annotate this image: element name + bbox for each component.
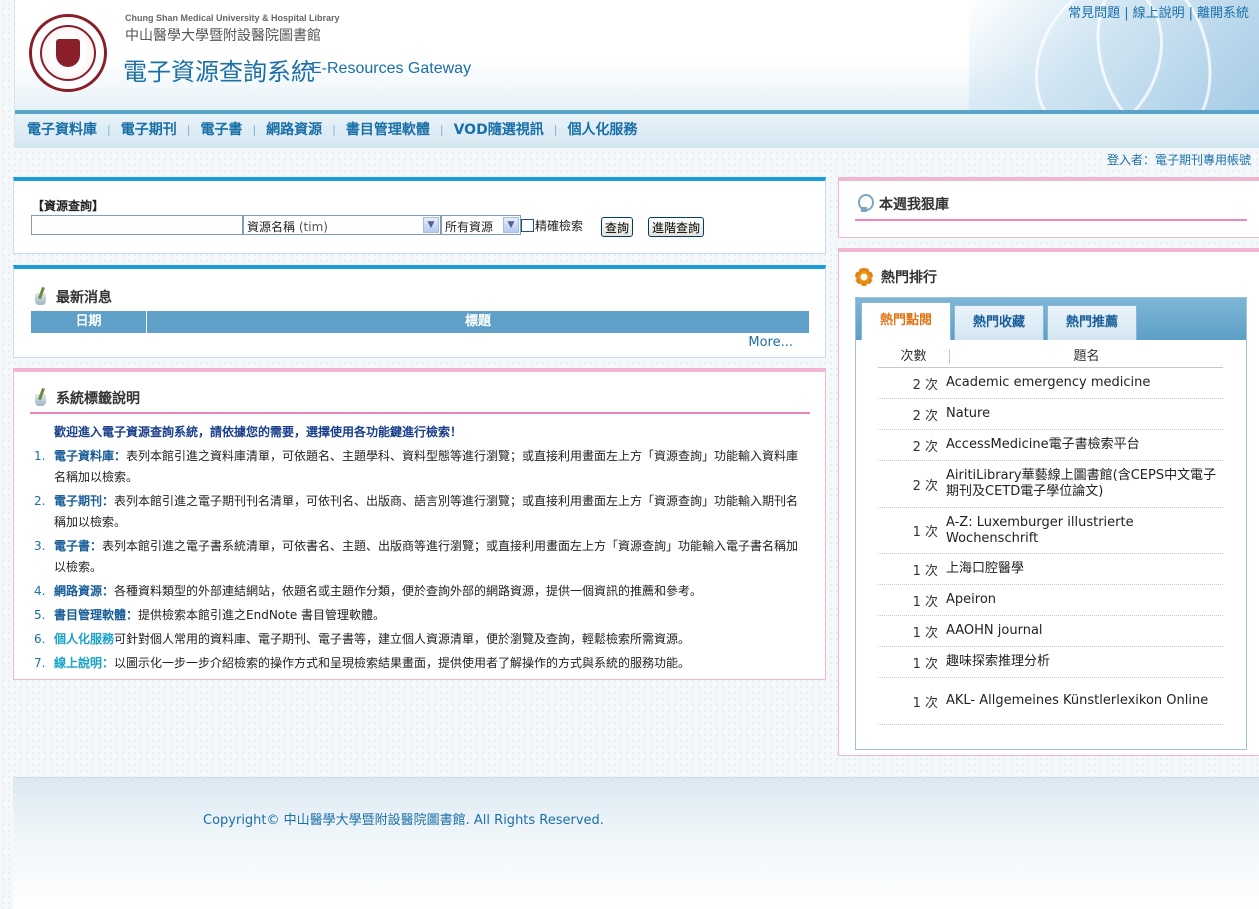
hot-tabs: 熱門點閱 熱門收藏 熱門推薦 (856, 298, 1246, 340)
search-field-hint: (tim) (298, 220, 328, 234)
table-row: 1 次上海口腔醫學 (878, 554, 1223, 585)
copyright-text: Copyright© 中山醫學大學暨附設醫院圖書館. All Rights Re… (203, 813, 604, 828)
list-item: 2. 電子期刊：表列本館引進之電子期刊刊名清單，可依刊名、出版商、語言別等進行瀏覽… (34, 494, 799, 529)
exact-search-option[interactable]: 精確檢索 (521, 217, 583, 234)
logo-shield-icon (56, 39, 80, 67)
sun-icon (855, 268, 873, 286)
university-logo[interactable] (29, 14, 107, 92)
library-name-zh: 中山醫學大學暨附設醫院圖書館 (125, 28, 321, 44)
hot-ranking-panel: 熱門排行 熱門點閱 熱門收藏 熱門推薦 次數 題名 2 次 Academic em… (838, 248, 1259, 756)
nav-bibliography-software[interactable]: 書目管理軟體 (346, 119, 440, 139)
search-field-value: 資源名稱 (247, 220, 296, 234)
nav-ebooks[interactable]: 電子書 (200, 119, 252, 139)
table-row: 2 次 Academic emergency medicine (878, 368, 1223, 399)
table-row: 1 次 A-Z: Luxemburger illustrierte Wochens… (878, 508, 1223, 554)
tab-most-viewed[interactable]: 熱門點閱 (861, 302, 951, 340)
header: Chung Shan Medical University & Hospital… (14, 0, 1259, 110)
list-item: 1. 電子資料庫：表列本館引進之資料庫清單，可依題名、主題學科、資料型態等進行瀏覽… (34, 449, 799, 484)
tab-most-recommended[interactable]: 熱門推薦 (1047, 305, 1137, 340)
table-row: 2 次 Nature (878, 399, 1223, 430)
news-title-text: 最新消息 (56, 290, 112, 306)
hot-col-name: 題名 (1073, 349, 1100, 364)
table-row: 2 次 AccessMedicine電子書檢索平台 (878, 430, 1223, 461)
nav-vod[interactable]: VOD隨選視訊 (454, 119, 554, 139)
news-more-link[interactable]: More... (748, 335, 793, 350)
system-title: 電子資源查詢系統 (123, 58, 315, 86)
login-status: 登入者：電子期刊專用帳號 (1106, 153, 1251, 167)
list-item: 7. 線上說明：以圖示化一步一步介紹檢索的操作方式和呈現檢索結果畫面，提供使用者了… (34, 656, 691, 670)
news-col-title: 標題 (464, 314, 491, 329)
search-input[interactable] (31, 215, 243, 235)
table-row: 1 次 AKL- Allgemeines Künstlerlexikon Onli… (878, 678, 1223, 725)
main-nav: 電子資料庫 | 電子期刊 | 電子書 | 網路資源 | 書目管理軟體 | VOD隨選視訊 |… (14, 110, 1259, 148)
news-title: 最新消息 (32, 287, 112, 307)
divider (855, 219, 1247, 221)
search-label: 【資源查詢】 (32, 199, 105, 213)
chevron-down-icon: ▼ (503, 217, 519, 233)
hot-ranking-tabpanel: 熱門點閱 熱門收藏 熱門推薦 次數 題名 2 次 Academic emergen… (855, 297, 1247, 750)
logout-link[interactable]: 離開系統 (1197, 6, 1249, 21)
divider (30, 412, 810, 414)
hot-ranking-title-text: 熱門排行 (881, 270, 937, 286)
nav-web-resources[interactable]: 網路資源 (266, 119, 332, 139)
news-panel: 最新消息 日期 標題 More... (13, 265, 826, 358)
search-panel: 【資源查詢】 資源名稱 (tim) ▼ 所有資源 ▼ 精確檢索 查詢 進階查詢 (13, 177, 826, 254)
feature-list: 1. 電子資料庫：表列本館引進之資料庫清單，可依題名、主題學科、資料型態等進行瀏覽… (30, 446, 810, 677)
list-item: 6. 個人化服務可針對個人常用的資料庫、電子期刊、電子書等，建立個人資源清單，便於… (34, 632, 691, 646)
weekly-title-text: 本週我狠庫 (879, 197, 949, 213)
nav-ejournals[interactable]: 電子期刊 (121, 119, 187, 139)
chevron-down-icon: ▼ (423, 217, 439, 233)
library-name-en: Chung Shan Medical University & Hospital… (125, 13, 340, 23)
description-title-text: 系統標籤說明 (56, 391, 140, 407)
lightbulb-icon (857, 194, 874, 214)
hot-table-header: 次數 題名 (878, 346, 1223, 368)
table-row: 1 次趣味探索推理分析 (878, 647, 1223, 678)
tab-most-saved[interactable]: 熱門收藏 (954, 305, 1044, 340)
search-scope-value: 所有資源 (445, 220, 494, 234)
list-item: 3. 電子書：表列本館引進之電子書系統清單，可依書名、主題、出版商等進行瀏覽；或直… (34, 539, 799, 574)
hot-col-count: 次數 (878, 349, 950, 364)
footer: Copyright© 中山醫學大學暨附設醫院圖書館. All Rights Re… (13, 777, 1259, 909)
table-row: 1 次 Apeiron (878, 585, 1223, 616)
nav-personal-service[interactable]: 個人化服務 (567, 119, 647, 139)
hot-ranking-title: 熱門排行 (855, 267, 937, 287)
table-row: 2 次 AiritiLibrary華藝線上圖書館(含CEPS中文電子期刊及CETD… (878, 461, 1223, 508)
exact-search-checkbox[interactable] (521, 219, 534, 232)
list-item: 4. 網路資源：各種資料類型的外部連結網站，依題名或主題作分類，便於查詢外部的網路… (34, 584, 703, 598)
weekly-panel: 本週我狠庫 (838, 177, 1259, 238)
search-scope-select[interactable]: 所有資源 ▼ (441, 215, 521, 235)
pen-cup-icon (32, 287, 50, 307)
pen-cup-icon (32, 388, 50, 408)
nav-databases[interactable]: 電子資料庫 (27, 119, 107, 139)
list-item: 5. 書目管理軟體：提供檢索本館引進之EndNote 書目管理軟體。 (34, 608, 386, 622)
weekly-title: 本週我狠庫 (857, 194, 949, 214)
search-button[interactable]: 查詢 (601, 217, 634, 237)
exact-search-label: 精確檢索 (535, 219, 584, 233)
online-help-link[interactable]: 線上說明 (1133, 6, 1185, 21)
system-description-panel: 系統標籤說明 歡迎進入電子資源查詢系統，請依據您的需要，選擇使用各功能鍵進行檢索… (13, 368, 826, 680)
system-title-en: E-Resources Gateway (311, 60, 472, 77)
faq-link[interactable]: 常見問題 (1068, 6, 1120, 21)
news-table-header: 日期 標題 (31, 311, 809, 333)
search-field-select[interactable]: 資源名稱 (tim) ▼ (243, 215, 441, 235)
table-row: 1 次 AAOHN journal (878, 616, 1223, 647)
news-col-date: 日期 (31, 311, 147, 333)
hot-ranking-table: 次數 題名 2 次 Academic emergency medicine 2 次… (878, 346, 1223, 725)
welcome-text: 歡迎進入電子資源查詢系統，請依據您的需要，選擇使用各功能鍵進行檢索！ (54, 425, 463, 439)
top-links: 常見問題 | 線上說明 | 離開系統 (1068, 6, 1249, 21)
advanced-search-button[interactable]: 進階查詢 (648, 217, 705, 237)
description-title: 系統標籤說明 (32, 388, 140, 408)
